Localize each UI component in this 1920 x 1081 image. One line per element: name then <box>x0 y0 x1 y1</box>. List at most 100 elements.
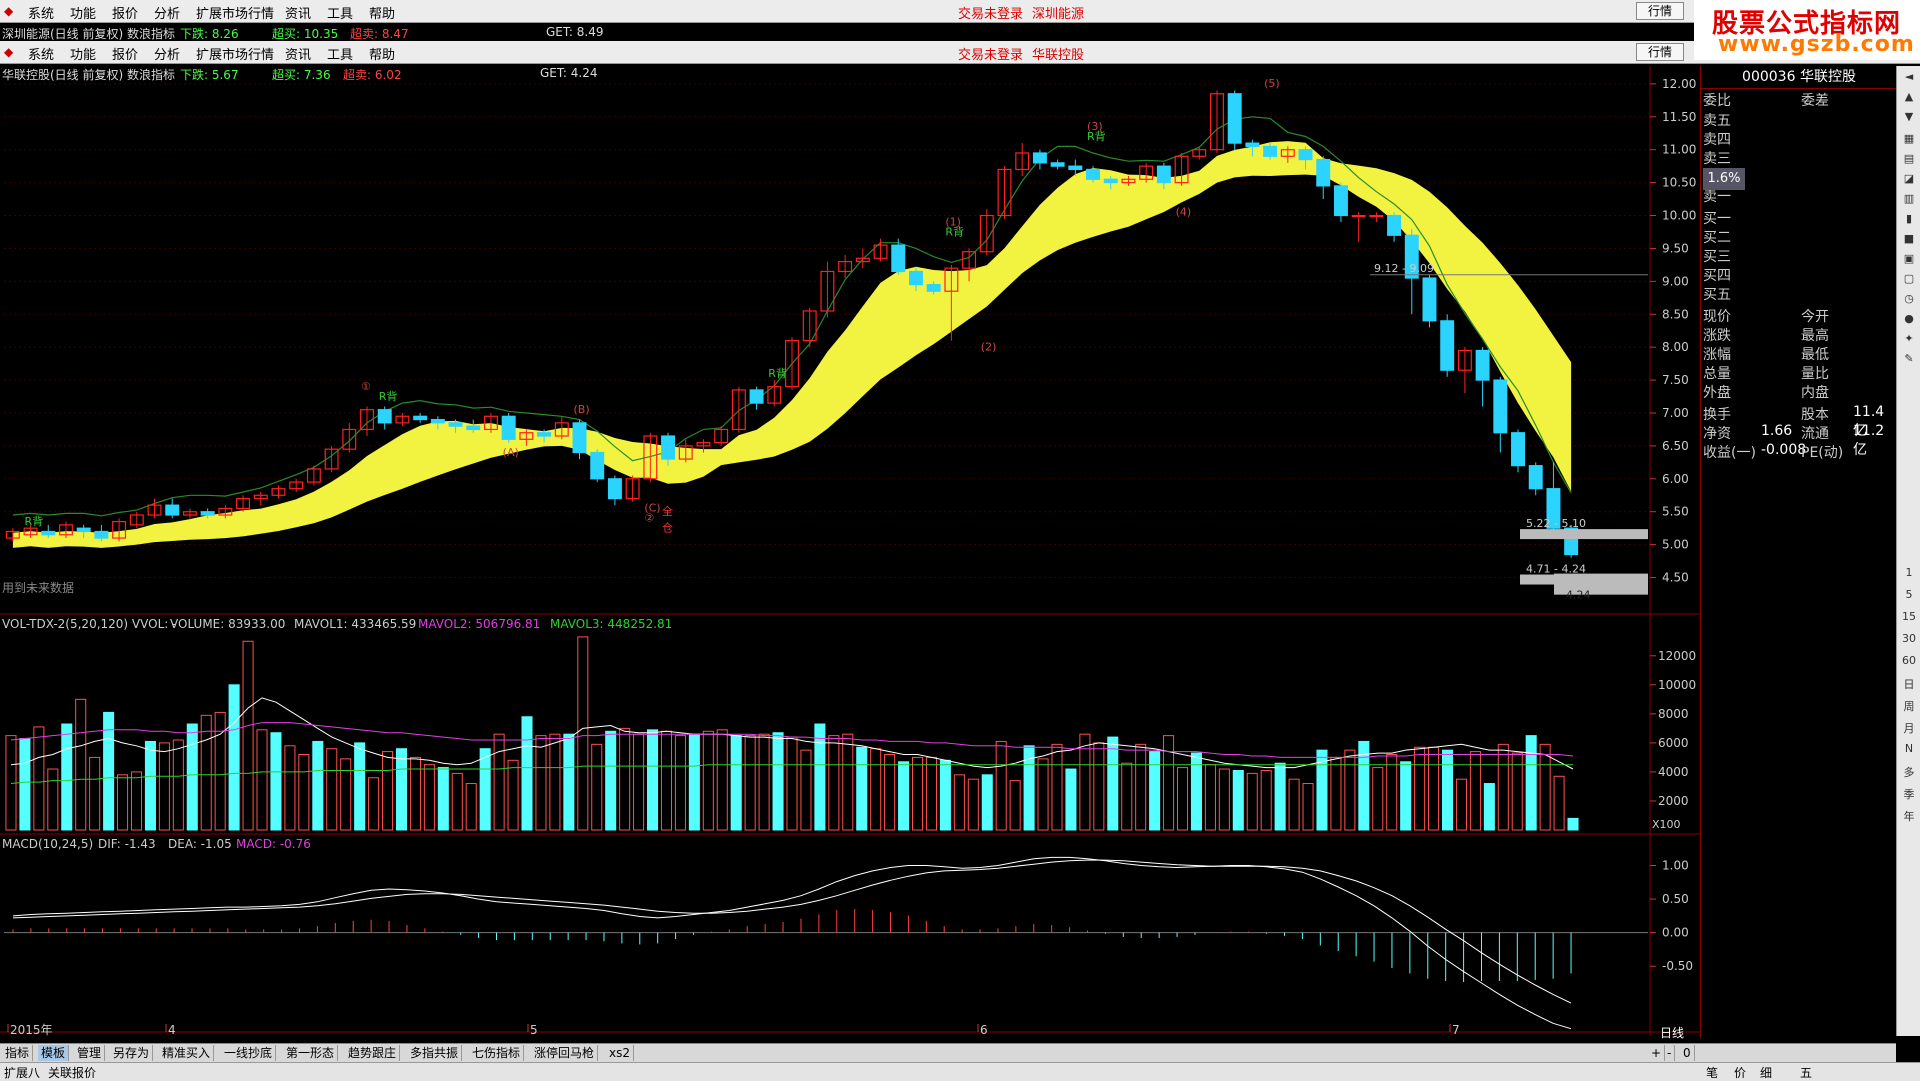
stock-chart[interactable]: R背①R背(A)(B)(C)②全仓R背(1)R背(2)(3)R背(4)(5)用到… <box>0 66 1700 1037</box>
login-status[interactable]: 交易未登录 <box>958 3 1023 22</box>
template-tab[interactable]: 一线抄底 <box>221 1045 277 1061</box>
period-button[interactable]: 30 <box>1901 632 1917 646</box>
menu-extended-market-2[interactable]: 扩展市场行情 <box>196 44 274 63</box>
menu-function[interactable]: 功能 <box>70 3 96 22</box>
macd-tick-label: -0.50 <box>1662 959 1693 973</box>
stat-row: 总量 量比 <box>1701 363 1897 382</box>
page-icon[interactable]: ▢ <box>1901 272 1917 286</box>
stat-row-right-label: 最高 <box>1801 328 1829 344</box>
volume-tick-label: 4000 <box>1658 765 1689 779</box>
menu-tools[interactable]: 工具 <box>327 3 353 22</box>
menu-function-2[interactable]: 功能 <box>70 44 96 63</box>
macd-title: MACD(10,24,5) <box>2 837 93 851</box>
menu-help[interactable]: 帮助 <box>369 3 395 22</box>
zoom-in-button[interactable]: + <box>1648 1045 1666 1061</box>
candle-icon[interactable]: ▮ <box>1901 212 1917 226</box>
template-tab[interactable]: 涨停回马枪 <box>531 1045 599 1061</box>
f10-icon[interactable]: ■ <box>1901 232 1917 246</box>
price-tick-label: 8.50 <box>1662 307 1689 321</box>
pin-icon[interactable]: ● <box>1901 312 1917 326</box>
zoom-reset-button[interactable]: 0 <box>1680 1045 1695 1061</box>
template-tab[interactable]: 管理 <box>74 1045 106 1061</box>
volume-bar <box>47 768 59 831</box>
status-price-button[interactable]: 价 <box>1734 1064 1746 1081</box>
menu-analysis[interactable]: 分析 <box>154 3 180 22</box>
period-button[interactable]: 1 <box>1901 566 1917 580</box>
clock-icon[interactable]: ◷ <box>1901 292 1917 306</box>
status-bar: 扩展八 关联报价 笔 价 细 五 <box>0 1062 1920 1081</box>
bar-chart-icon[interactable]: ▥ <box>1901 192 1917 206</box>
quote-button-2[interactable]: 行情 <box>1636 43 1684 61</box>
volume-bar <box>1497 743 1509 831</box>
menu-system-2[interactable]: 系统 <box>28 44 54 63</box>
arrow-left-icon[interactable]: ◄ <box>1901 70 1917 84</box>
volume-bar <box>1163 735 1175 831</box>
table-icon[interactable]: ▤ <box>1901 152 1917 166</box>
candle-body <box>1422 277 1437 322</box>
period-button[interactable]: 15 <box>1901 610 1917 624</box>
status-linked-quote[interactable]: 关联报价 <box>48 1064 96 1081</box>
period-button[interactable]: 60 <box>1901 654 1917 668</box>
line-chart-icon[interactable]: ◪ <box>1901 172 1917 186</box>
menu-quote-2[interactable]: 报价 <box>112 44 138 63</box>
price-tick-label: 7.00 <box>1662 406 1689 420</box>
candle-body <box>1298 149 1313 161</box>
menu-extended-market[interactable]: 扩展市场行情 <box>196 3 274 22</box>
pen-icon[interactable]: ✎ <box>1901 352 1917 366</box>
volume-bar <box>870 748 882 831</box>
template-tab[interactable]: 第一形态 <box>283 1045 339 1061</box>
menu-system[interactable]: 系统 <box>28 3 54 22</box>
period-label: 日线 <box>1660 1026 1685 1040</box>
app-logo-icon: ◆ <box>4 4 14 18</box>
period-button[interactable]: 日 <box>1901 676 1917 691</box>
period-button[interactable]: N <box>1901 742 1917 756</box>
price-tick-label: 5.00 <box>1662 538 1689 552</box>
template-tab[interactable]: 指标 <box>2 1045 34 1061</box>
menu-news[interactable]: 资讯 <box>285 3 311 22</box>
login-status-2[interactable]: 交易未登录 <box>958 44 1023 63</box>
arrow-down-icon[interactable]: ▼ <box>1901 110 1917 124</box>
menu-help-2[interactable]: 帮助 <box>369 44 395 63</box>
menu-quote[interactable]: 报价 <box>112 3 138 22</box>
quote-button-1[interactable]: 行情 <box>1636 2 1684 20</box>
chart-area[interactable]: R背 ① R背 (A) (B) (C) ② 全仓 R背 (1) R背 (2) (3) R背 (4) (5) 用到… <box>0 66 1700 1037</box>
period-button[interactable]: 周 <box>1901 698 1917 713</box>
period-button[interactable]: 5 <box>1901 588 1917 602</box>
template-tab[interactable]: 另存为 <box>110 1045 154 1061</box>
compass-icon[interactable]: ✦ <box>1901 332 1917 346</box>
template-tab[interactable]: 趋势跟庄 <box>345 1045 401 1061</box>
template-tab[interactable]: 模板 <box>38 1045 70 1061</box>
period-button[interactable]: 季 <box>1901 786 1917 801</box>
status-extend[interactable]: 扩展八 <box>4 1064 40 1081</box>
template-tab[interactable]: 多指共振 <box>407 1045 463 1061</box>
status-trade-button[interactable]: 笔 <box>1706 1064 1718 1081</box>
wave-label: (4) <box>1176 206 1192 219</box>
menu-news-2[interactable]: 资讯 <box>285 44 311 63</box>
zoom-out-button[interactable]: - <box>1664 1045 1676 1061</box>
period-button[interactable]: 年 <box>1901 808 1917 823</box>
template-tab[interactable]: 七伤指标 <box>469 1045 525 1061</box>
status-five-button[interactable]: 五 <box>1800 1064 1812 1081</box>
grid-icon[interactable]: ▦ <box>1901 132 1917 146</box>
period-button[interactable]: 多 <box>1901 764 1917 779</box>
menu-analysis-2[interactable]: 分析 <box>154 44 180 63</box>
menu-tools-2[interactable]: 工具 <box>327 44 353 63</box>
price-tick-label: 4.50 <box>1662 571 1689 585</box>
status-detail-button[interactable]: 细 <box>1760 1064 1772 1081</box>
volume-bar <box>437 767 449 831</box>
period-button[interactable]: 月 <box>1901 720 1917 735</box>
arrow-up-icon[interactable]: ▲ <box>1901 90 1917 104</box>
volume-bar <box>1539 743 1551 831</box>
volume-bar <box>298 754 310 831</box>
volume-bar <box>549 733 561 831</box>
template-tab[interactable]: xs2 <box>606 1045 634 1061</box>
wave-label: ① <box>361 380 371 393</box>
volume-bar <box>967 778 979 831</box>
volume-bar <box>744 735 756 831</box>
volume-bar <box>1483 783 1495 831</box>
volume-bar <box>1553 775 1565 831</box>
template-tab[interactable]: 精准买入 <box>159 1045 215 1061</box>
extra-row-right-label: 股本 <box>1801 407 1829 423</box>
volume-bar <box>856 746 868 831</box>
note-icon[interactable]: ▣ <box>1901 252 1917 266</box>
